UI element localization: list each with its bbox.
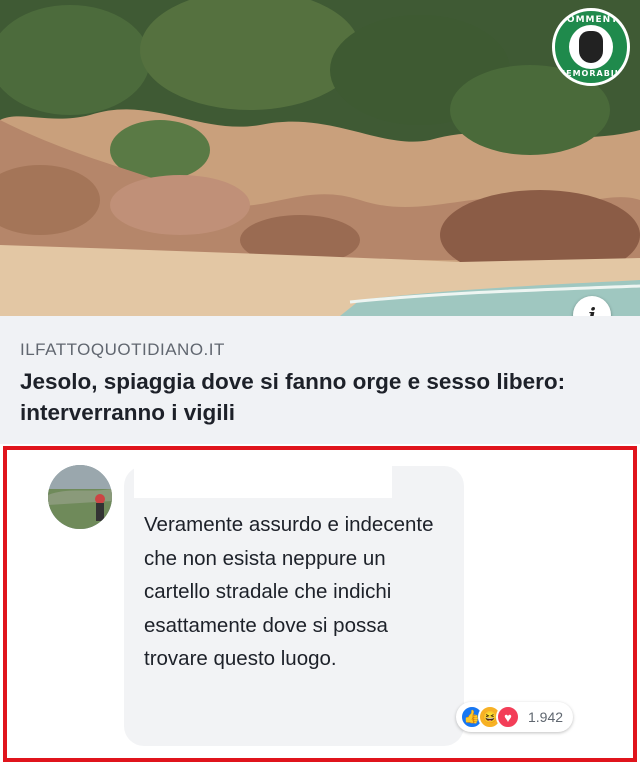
beach-image (0, 0, 640, 316)
watermark-top-text: COMMENTI (559, 15, 623, 25)
love-icon: ♥ (496, 705, 520, 729)
link-domain: ILFATTOQUOTIDIANO.IT (20, 340, 225, 359)
reactions-summary[interactable]: 👍 😆 ♥ 1.942 (456, 702, 574, 732)
watermark-logo: COMMENTI MEMORABILI (552, 8, 630, 86)
redacted-commenter-name (134, 466, 392, 498)
reaction-count: 1.942 (528, 709, 564, 725)
avatar-image (48, 465, 112, 529)
watermark-bottom-text: MEMORABILI (557, 69, 625, 78)
post-photo[interactable] (0, 0, 640, 316)
bearded-face-icon (579, 31, 603, 63)
link-title[interactable]: Jesolo, spiaggia dove si fanno orge e se… (20, 366, 620, 428)
avatar[interactable] (48, 465, 112, 529)
comment-text: Veramente assurdo e indecente che non es… (144, 513, 434, 670)
